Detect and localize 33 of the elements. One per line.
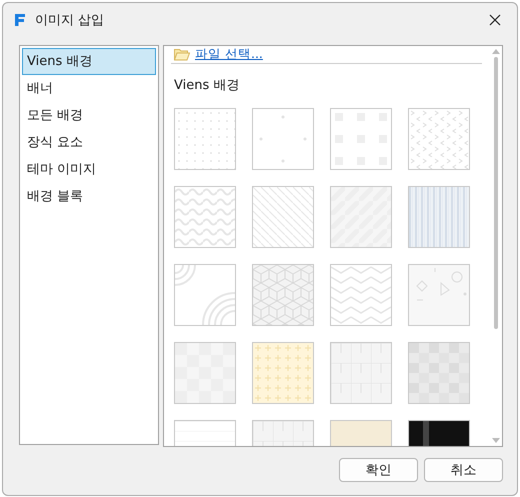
pattern-thumbnail[interactable]: [408, 186, 470, 248]
scroll-up-icon[interactable]: [492, 49, 500, 54]
pattern-thumbnail[interactable]: [252, 342, 314, 404]
pattern-thumbnail[interactable]: [330, 108, 392, 170]
pattern-thumbnail[interactable]: [330, 342, 392, 404]
category-item[interactable]: 배경 블록: [22, 183, 156, 210]
pattern-thumbnail[interactable]: [252, 108, 314, 170]
pattern-thumbnail[interactable]: [408, 342, 470, 404]
window-title: 이미지 삽입: [35, 12, 106, 29]
app-logo-icon: [13, 13, 27, 27]
category-item[interactable]: Viens 배경: [22, 48, 156, 75]
pattern-thumbnail[interactable]: [174, 264, 236, 326]
pattern-thumbnail[interactable]: [408, 264, 470, 326]
category-item[interactable]: 테마 이미지: [22, 156, 156, 183]
pattern-thumbnail[interactable]: [252, 186, 314, 248]
close-icon: [489, 14, 501, 26]
section-title: Viens 배경: [174, 77, 240, 94]
pattern-thumbnail[interactable]: [174, 342, 236, 404]
pattern-thumbnail[interactable]: [330, 186, 392, 248]
dialog-button[interactable]: 취소: [424, 458, 503, 482]
category-item[interactable]: 모든 배경: [22, 102, 156, 129]
folder-icon: [174, 48, 190, 61]
scrollbar-thumb[interactable]: [494, 57, 498, 329]
scroll-down-icon[interactable]: [492, 438, 500, 443]
category-item[interactable]: 배너: [22, 75, 156, 102]
dialog-button[interactable]: 확인: [339, 458, 418, 482]
pattern-thumbnail[interactable]: [408, 108, 470, 170]
pattern-thumbnail[interactable]: [174, 108, 236, 170]
pattern-thumbnail[interactable]: [330, 264, 392, 326]
category-item[interactable]: 장식 요소: [22, 129, 156, 156]
pattern-thumbnail[interactable]: [252, 264, 314, 326]
pattern-thumbnail[interactable]: [174, 186, 236, 248]
choose-file-link[interactable]: 파일 선택...: [195, 46, 263, 63]
